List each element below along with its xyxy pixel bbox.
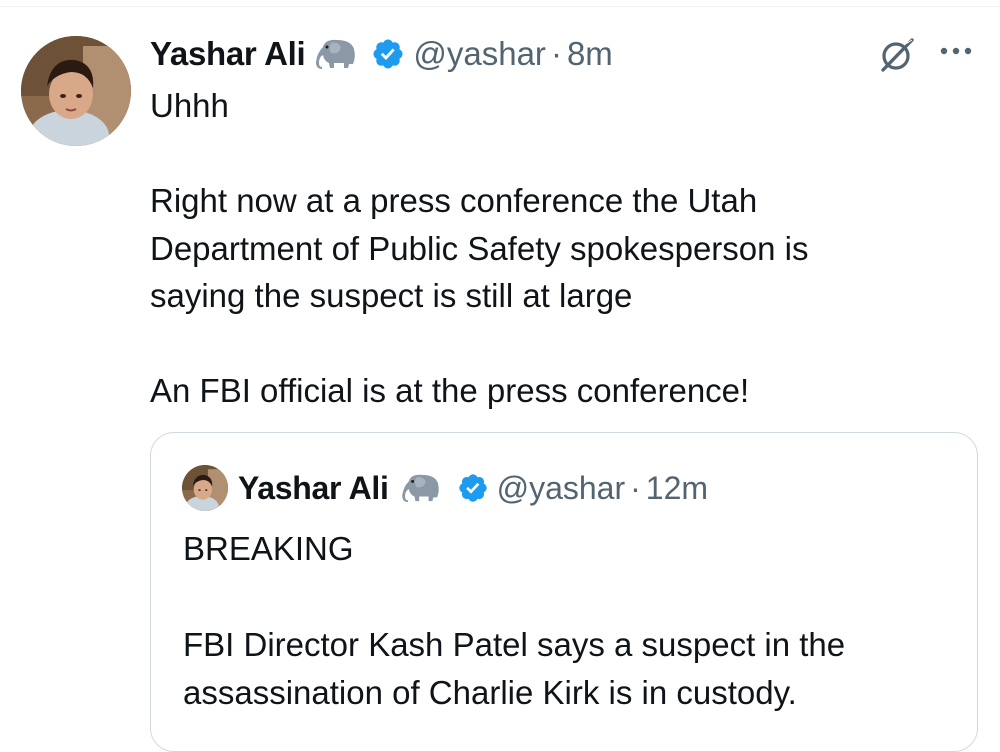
quoted-author-handle[interactable]: @yashar	[497, 470, 626, 507]
elephant-emoji-icon	[315, 37, 359, 71]
grok-icon[interactable]	[876, 34, 918, 76]
tweet[interactable]: Yashar Ali @yashar · 8m Uhhh Right now a…	[0, 0, 1000, 752]
quoted-tweet-card[interactable]: Yashar Ali @yashar · 12m BREAKING FBI Di…	[150, 432, 978, 752]
author-handle[interactable]: @yashar	[413, 35, 546, 73]
separator-dot: ·	[630, 469, 641, 506]
quoted-tweet-text: BREAKING FBI Director Kash Patel says a …	[183, 530, 846, 711]
author-name[interactable]: Yashar Ali	[150, 35, 306, 73]
verified-badge-icon	[457, 472, 489, 504]
quoted-author-avatar[interactable]	[182, 465, 228, 511]
verified-badge-icon	[371, 37, 405, 71]
timestamp[interactable]: 8m	[567, 35, 613, 73]
tweet-header: Yashar Ali @yashar · 8m	[150, 30, 613, 78]
quoted-author-name[interactable]: Yashar Ali	[238, 470, 389, 507]
more-options-icon[interactable]	[938, 43, 974, 59]
elephant-emoji-icon	[401, 472, 443, 504]
separator-dot: ·	[550, 35, 562, 72]
quoted-tweet-header: Yashar Ali @yashar · 12m	[238, 466, 708, 510]
quoted-timestamp[interactable]: 12m	[646, 470, 708, 507]
author-avatar[interactable]	[21, 36, 131, 146]
tweet-text: Uhhh Right now at a press conference the…	[150, 87, 809, 409]
